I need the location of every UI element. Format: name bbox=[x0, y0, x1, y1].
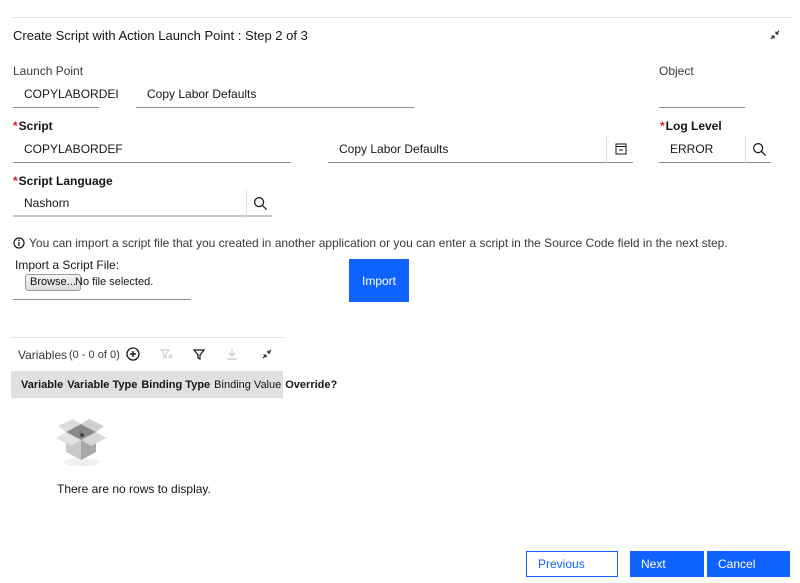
object-label: Object bbox=[659, 64, 694, 78]
required-marker: * bbox=[13, 174, 18, 188]
column-header[interactable]: Binding Type bbox=[141, 379, 210, 391]
log-level-value: ERROR bbox=[670, 142, 714, 156]
add-row-button[interactable] bbox=[125, 346, 141, 362]
column-header[interactable]: Variable Type bbox=[67, 379, 137, 391]
next-button[interactable]: Next bbox=[630, 551, 704, 577]
log-level-lookup-button[interactable] bbox=[745, 135, 773, 163]
file-status: No file selected. bbox=[75, 276, 154, 288]
table-divider bbox=[11, 337, 283, 338]
long-description-button[interactable] bbox=[606, 135, 634, 163]
filter-icon bbox=[192, 349, 206, 360]
cancel-button[interactable]: Cancel bbox=[707, 551, 790, 577]
object-input[interactable] bbox=[659, 80, 745, 108]
column-header[interactable]: Variable bbox=[21, 379, 63, 391]
launch-point-input[interactable]: COPYLABORDEI bbox=[13, 80, 119, 108]
collapse-icon bbox=[262, 349, 272, 359]
column-header[interactable]: Binding Value bbox=[214, 379, 281, 391]
search-icon bbox=[752, 142, 767, 156]
script-language-label: *Script Language bbox=[13, 174, 113, 188]
import-button[interactable]: Import bbox=[349, 259, 409, 302]
table-count: (0 - 0 of 0) bbox=[69, 349, 120, 361]
required-marker: * bbox=[13, 119, 18, 133]
info-message: You can import a script file that you cr… bbox=[13, 236, 728, 250]
table-title: Variables bbox=[18, 348, 68, 362]
launch-point-description-input[interactable]: Copy Labor Defaults bbox=[136, 80, 414, 108]
clear-filter-icon bbox=[160, 349, 173, 359]
dialog-title: Create Script with Action Launch Point :… bbox=[13, 28, 308, 43]
required-marker: * bbox=[660, 119, 665, 133]
info-icon bbox=[13, 237, 25, 249]
script-value: COPYLABORDEF bbox=[24, 142, 123, 156]
previous-button[interactable]: Previous bbox=[526, 551, 618, 577]
search-icon bbox=[253, 196, 268, 210]
empty-message: There are no rows to display. bbox=[57, 482, 211, 496]
script-input[interactable]: COPYLABORDEF bbox=[13, 135, 291, 163]
launch-point-label: Launch Point bbox=[13, 64, 84, 78]
script-language-label-text: Script Language bbox=[18, 174, 113, 188]
collapse-icon[interactable] bbox=[767, 27, 783, 43]
filter-button[interactable] bbox=[191, 346, 207, 362]
long-description-icon bbox=[615, 143, 626, 155]
download-button[interactable] bbox=[224, 346, 240, 362]
clear-filter-button[interactable] bbox=[158, 346, 174, 362]
launch-point-description-value: Copy Labor Defaults bbox=[147, 87, 257, 101]
log-level-label-text: Log Level bbox=[665, 119, 722, 133]
script-language-value: Nashorn bbox=[24, 196, 70, 210]
script-language-input[interactable]: Nashorn bbox=[13, 189, 272, 217]
log-level-input[interactable]: ERROR bbox=[659, 135, 771, 163]
download-icon bbox=[227, 349, 237, 360]
table-collapse-button[interactable] bbox=[259, 346, 275, 362]
file-input-underline bbox=[13, 299, 191, 300]
script-language-lookup-button[interactable] bbox=[246, 189, 274, 217]
column-header[interactable]: Override? bbox=[285, 379, 337, 391]
script-label-text: Script bbox=[18, 119, 53, 133]
table-header: Variable Variable Type Binding Type Bind… bbox=[11, 371, 337, 398]
empty-box-icon bbox=[52, 418, 110, 468]
launch-point-value: COPYLABORDEI bbox=[24, 87, 119, 101]
add-icon bbox=[126, 347, 140, 361]
header-divider bbox=[12, 17, 792, 18]
log-level-label: *Log Level bbox=[660, 119, 722, 133]
browse-button[interactable]: Browse... bbox=[25, 274, 81, 291]
script-description-value: Copy Labor Defaults bbox=[339, 142, 449, 156]
script-label: *Script bbox=[13, 119, 53, 133]
info-text: You can import a script file that you cr… bbox=[29, 236, 728, 250]
script-description-input[interactable]: Copy Labor Defaults bbox=[328, 135, 633, 163]
import-file-label: Import a Script File: bbox=[15, 258, 120, 272]
